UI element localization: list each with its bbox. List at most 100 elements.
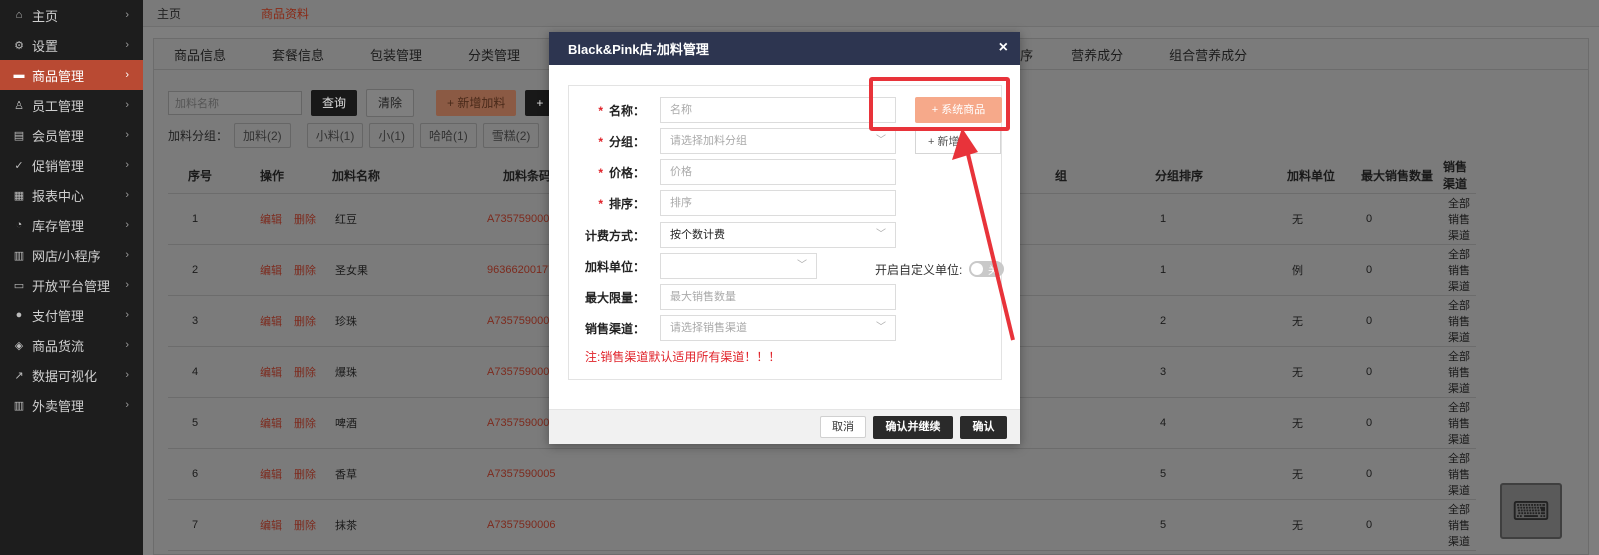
cell-actions: 编辑 删除 [259, 295, 331, 347]
chevron-right-icon: › [125, 39, 129, 51]
group-filter: 加料分组： 加料(2) 小料(1) 小(1) 哈哈(1) 雪糕(2) [168, 123, 540, 148]
toggle-knob [971, 263, 983, 275]
gear-icon: ⚙ [14, 39, 24, 52]
sidebar-item[interactable]: ● 支付管理 › [0, 300, 143, 330]
chevron-right-icon: › [125, 249, 129, 261]
clear-button[interactable]: 清除 [366, 89, 415, 117]
cell-channel: 全部销售渠道 [1442, 295, 1476, 347]
edit-link[interactable]: 编辑 [260, 265, 282, 277]
delete-link[interactable]: 删除 [294, 265, 316, 277]
billing-select[interactable]: 按个数计费 ﹀ [660, 222, 896, 248]
cell-max: 0 [1360, 295, 1442, 347]
cell-unit: 无 [1286, 448, 1360, 500]
cell-channel: 全部销售渠道 [1442, 448, 1476, 500]
group-chip[interactable]: 小料(1) [306, 123, 364, 148]
delete-link[interactable]: 删除 [294, 214, 316, 226]
keyboard-icon[interactable]: ⌨ [1500, 483, 1562, 539]
max-input[interactable]: 最大销售数量 [660, 284, 896, 310]
table-row: 7 编辑 删除 抹茶 A7357590006 5 无 0 全部销售渠道 [168, 499, 1476, 551]
chevron-right-icon: › [125, 219, 129, 231]
chevron-right-icon: › [125, 369, 129, 381]
breadcrumb-current[interactable]: 商品资料 [261, 5, 309, 22]
sidebar-item[interactable]: ◔ 库存管理 › [0, 210, 143, 240]
billing-label: 计费方式： [584, 228, 645, 243]
group-chip[interactable]: 哈哈(1) [420, 123, 477, 148]
group-chip[interactable]: 小(1) [369, 123, 415, 148]
cancel-button[interactable]: 取消 [820, 416, 866, 438]
edit-link[interactable]: 编辑 [260, 214, 282, 226]
chevron-down-icon: ﹀ [876, 322, 886, 333]
edit-link[interactable]: 编辑 [260, 418, 282, 430]
sidebar-item-label: 商品货流 [32, 338, 85, 354]
tab-order[interactable]: 序 [1020, 45, 1033, 64]
channel-select[interactable]: 请选择销售渠道 ﹀ [660, 315, 896, 341]
cell-index: 1 [168, 193, 259, 245]
delete-link[interactable]: 删除 [294, 418, 316, 430]
price-label: * 价格： [598, 165, 645, 180]
group-chip[interactable]: 加料(2) [234, 123, 291, 148]
name-input[interactable]: 名称 [660, 97, 896, 123]
edit-link[interactable]: 编辑 [260, 316, 282, 328]
delete-link[interactable]: 删除 [294, 367, 316, 379]
tab-goods-info[interactable]: 商品信息 [174, 45, 226, 64]
sidebar-item[interactable]: ▬ 商品管理 › [0, 60, 143, 90]
col-group-sort: 分组排序 [1154, 157, 1286, 194]
tab-combo-info[interactable]: 套餐信息 [272, 45, 324, 64]
unit-label: 加料单位： [584, 259, 645, 274]
chevron-right-icon: › [125, 399, 129, 411]
add-topping-button[interactable]: + 新增加料 [436, 90, 517, 116]
edit-link[interactable]: 编辑 [260, 520, 282, 532]
chevron-down-icon: ﹀ [797, 260, 807, 271]
tab-category[interactable]: 分类管理 [468, 45, 520, 64]
delete-link[interactable]: 删除 [294, 316, 316, 328]
sidebar-item[interactable]: ⚙ 设置 › [0, 30, 143, 60]
sidebar-item[interactable]: ⌂ 主页 › [0, 0, 143, 30]
cell-index: 7 [168, 499, 259, 551]
new-group-button[interactable]: + 新增分 [915, 129, 1001, 154]
group-chip[interactable]: 雪糕(2) [482, 123, 540, 148]
confirm-continue-button[interactable]: 确认并继续 [873, 416, 953, 439]
sidebar-item-label: 设置 [32, 38, 59, 54]
breadcrumb: 主页 商品资料 [143, 0, 1599, 27]
price-input[interactable]: 价格 [660, 159, 896, 185]
col-max: 最大销售数量 [1360, 157, 1442, 194]
close-icon[interactable]: × [999, 39, 1008, 57]
table-row: 6 编辑 删除 香草 A7357590005 5 无 0 全部销售渠道 [168, 448, 1476, 500]
sort-input[interactable]: 排序 [660, 190, 896, 216]
delete-link[interactable]: 删除 [294, 520, 316, 532]
cell-channel: 全部销售渠道 [1442, 346, 1476, 398]
sidebar-item[interactable]: ▥ 外卖管理 › [0, 390, 143, 420]
sidebar-item[interactable]: ↗ 数据可视化 › [0, 360, 143, 390]
unit-select[interactable]: ﹀ [660, 253, 817, 279]
topping-name-input[interactable]: 加料名称 [168, 91, 302, 115]
cell-group-sort: 2 [1154, 295, 1286, 347]
edit-link[interactable]: 编辑 [260, 469, 282, 481]
delete-link[interactable]: 删除 [294, 469, 316, 481]
cell-group-sort: 5 [1154, 499, 1286, 551]
cell-barcode: A7357590005 [483, 448, 1054, 500]
chevron-down-icon: ﹀ [876, 135, 886, 146]
tab-combo-nutrition[interactable]: 组合营养成分 [1169, 45, 1247, 64]
highlight-box [869, 77, 1010, 131]
query-button[interactable]: 查询 [311, 90, 358, 116]
tab-nutrition[interactable]: 营养成分 [1071, 45, 1123, 64]
breadcrumb-home[interactable]: 主页 [157, 5, 181, 22]
cell-group [1054, 448, 1154, 500]
sidebar-item[interactable]: ♙ 员工管理 › [0, 90, 143, 120]
sidebar-item[interactable]: ▭ 开放平台管理 › [0, 270, 143, 300]
cell-index: 5 [168, 397, 259, 449]
sidebar-item[interactable]: ◈ 商品货流 › [0, 330, 143, 360]
sidebar-item[interactable]: ▦ 报表中心 › [0, 180, 143, 210]
edit-link[interactable]: 编辑 [260, 367, 282, 379]
custom-unit-toggle[interactable]: 关 [969, 261, 1004, 277]
tab-packaging[interactable]: 包装管理 [370, 45, 422, 64]
cell-unit: 例 [1286, 244, 1360, 296]
confirm-button[interactable]: 确认 [960, 416, 1007, 439]
cell-group [1054, 295, 1154, 347]
sidebar-item[interactable]: ✓ 促销管理 › [0, 150, 143, 180]
sidebar-item[interactable]: ▤ 会员管理 › [0, 120, 143, 150]
group-label: * 分组： [598, 134, 645, 149]
sidebar-item[interactable]: ▥ 网店/小程序 › [0, 240, 143, 270]
dialog-title: Black&Pink店-加料管理 [568, 42, 709, 57]
group-select[interactable]: 请选择加料分组 ﹀ [660, 128, 896, 154]
